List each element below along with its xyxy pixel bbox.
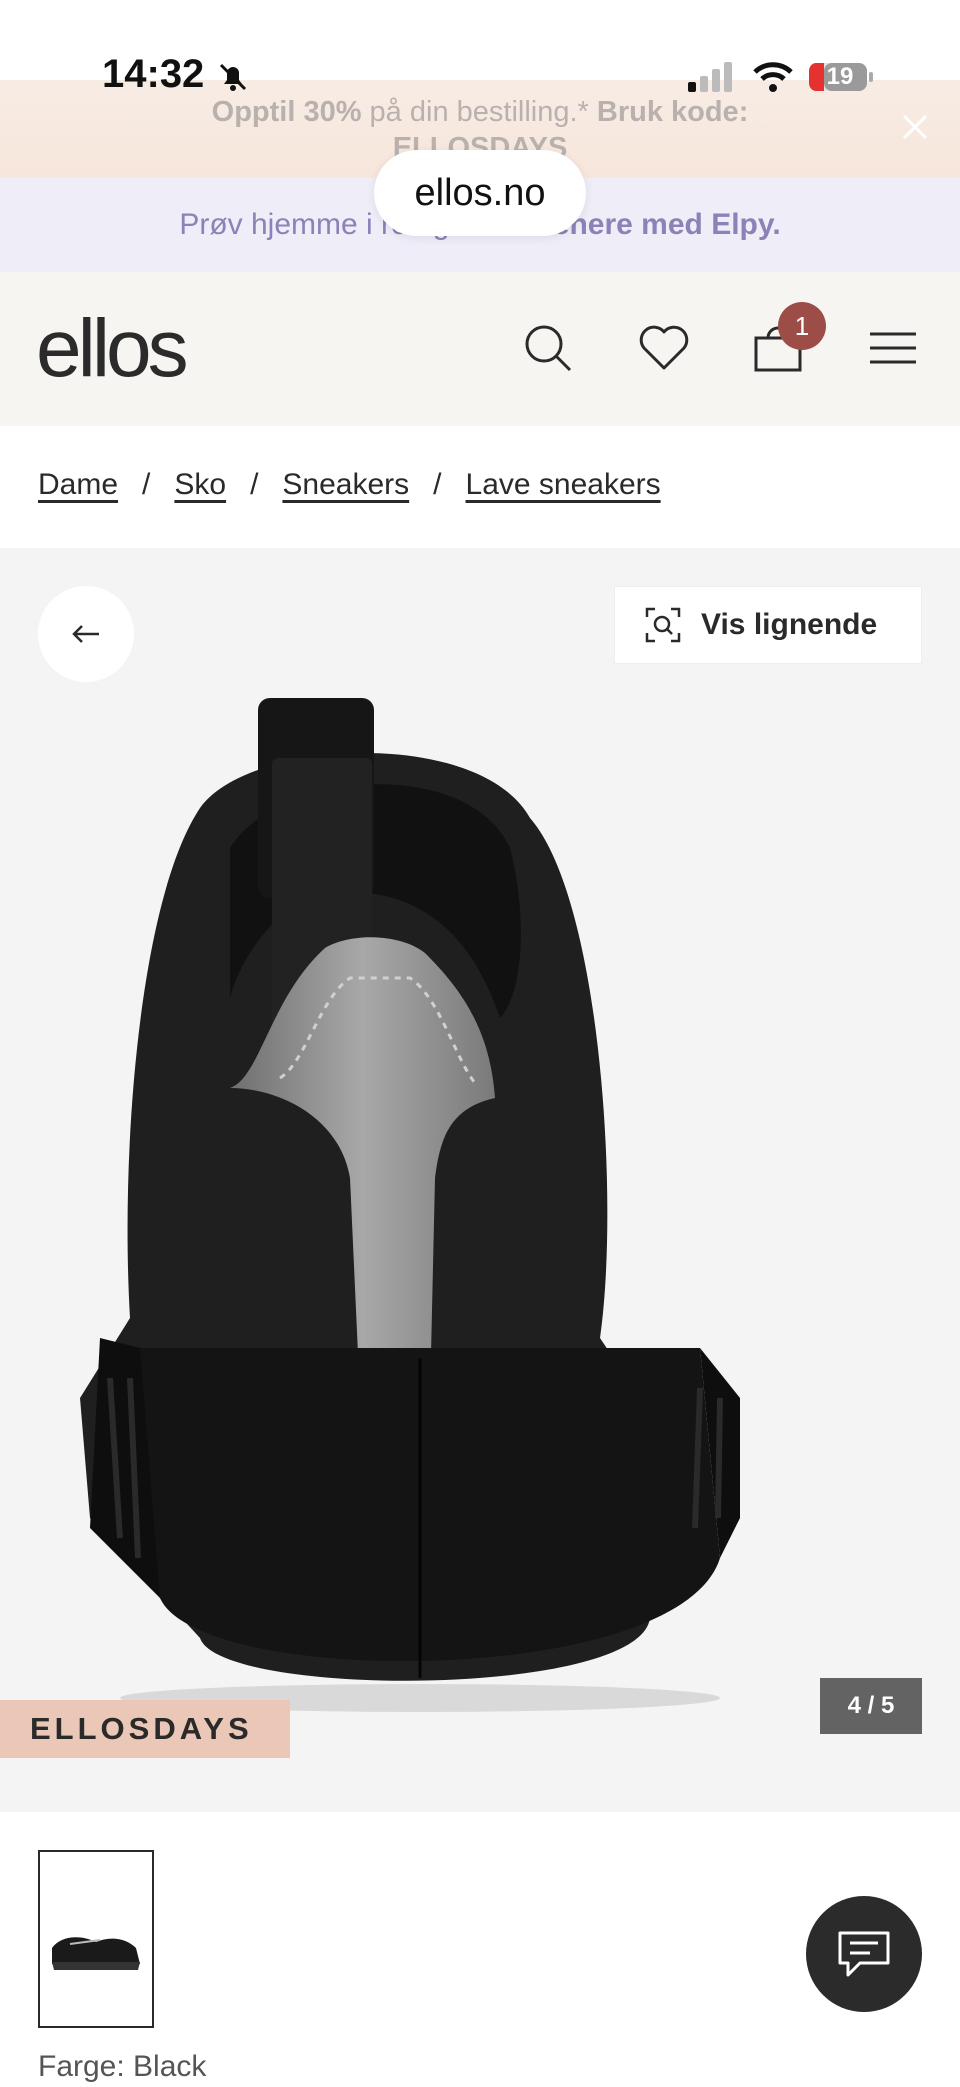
breadcrumb-lave-sneakers[interactable]: Lave sneakers <box>466 468 661 502</box>
breadcrumb-separator: / <box>142 468 151 501</box>
breadcrumb: Dame / Sko / Sneakers / Lave sneakers <box>0 426 960 548</box>
show-similar-button[interactable]: Vis lignende <box>614 586 922 664</box>
site-header: ellos 1 <box>0 272 960 426</box>
arrow-left-icon <box>72 625 99 643</box>
visual-search-icon <box>645 607 681 643</box>
product-thumbnail[interactable] <box>38 1850 154 2028</box>
breadcrumb-dame[interactable]: Dame <box>38 468 118 502</box>
bell-muted-icon <box>219 63 247 91</box>
breadcrumb-separator: / <box>433 468 442 501</box>
color-label: Farge: Black <box>38 2050 207 2083</box>
heart-icon[interactable] <box>636 320 692 376</box>
image-counter: 4 / 5 <box>820 1678 922 1734</box>
back-button[interactable] <box>38 586 134 682</box>
product-image <box>80 698 740 1712</box>
battery-level: 19 <box>826 63 854 90</box>
breadcrumb-sko[interactable]: Sko <box>174 468 226 502</box>
thumbnail-image <box>40 1852 152 2026</box>
show-similar-label: Vis lignende <box>701 608 878 641</box>
logo[interactable]: ellos <box>36 302 189 396</box>
signal-icon <box>688 62 732 92</box>
search-icon[interactable] <box>520 320 576 376</box>
breadcrumb-sneakers[interactable]: Sneakers <box>282 468 409 502</box>
chat-icon <box>838 1931 890 1977</box>
status-bar: 14:32 19 <box>0 0 960 110</box>
menu-icon[interactable] <box>866 320 922 376</box>
wifi-icon <box>753 62 793 92</box>
chat-button[interactable] <box>806 1896 922 2012</box>
promo-tag: ELLOSDAYS <box>0 1700 290 1758</box>
product-gallery[interactable]: Vis lignende ELLOSDAYS 4 / 5 <box>0 548 960 1812</box>
close-icon[interactable] <box>898 110 932 144</box>
status-time: 14:32 <box>102 52 205 96</box>
cart-count-badge: 1 <box>778 302 826 350</box>
breadcrumb-separator: / <box>250 468 259 501</box>
url-pill[interactable]: ellos.no <box>374 150 586 236</box>
